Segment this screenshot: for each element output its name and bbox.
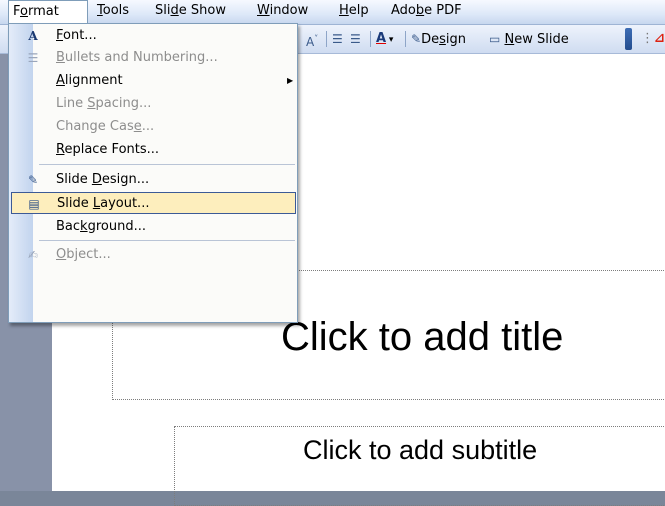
slide-layout-icon: ▤ [28,197,40,211]
menu-item-change-case[interactable]: Change Case... [9,116,297,138]
decrease-font-size-icon[interactable]: A˅ [306,30,318,49]
subtitle-placeholder[interactable]: Click to add subtitle [174,426,665,506]
menu-item-background[interactable]: Background... [9,216,297,238]
submenu-arrow-icon: ▶ [287,76,294,85]
menu-item-slide-design[interactable]: ✎ Slide Design... [9,169,297,191]
slide-design-icon: ✎ [27,173,39,187]
menu-bar: Format Tools Slide Show Window Help Adob… [0,0,665,25]
font-icon: A [28,29,38,43]
menu-item-bullets-and-numbering[interactable]: ☰ Bullets and Numbering... [9,47,297,69]
menu-item-alignment[interactable]: Alignment ▶ [9,70,297,92]
menu-item-slide-layout[interactable]: ▤ Slide Layout... [11,192,296,214]
menu-tools[interactable]: Tools [92,0,129,23]
bullets-icon: ☰ [27,51,39,65]
subtitle-placeholder-text: Click to add subtitle [303,435,538,465]
menu-adobe-pdf[interactable]: Adobe PDF [386,0,462,23]
toolbar-options-grip[interactable] [625,28,632,50]
menu-item-replace-fonts[interactable]: Replace Fonts... [9,139,297,161]
menu-slide-show[interactable]: Slide Show [150,0,226,23]
font-color-button[interactable]: A ▾ [376,30,393,48]
object-icon: ✍ [27,248,39,262]
new-slide-button[interactable]: ▭ New Slide [489,30,569,48]
menu-item-object[interactable]: ✍ Object... [9,244,297,266]
design-button[interactable]: ✎Design [411,30,466,48]
title-placeholder-text: Click to add title [281,315,564,359]
toolbar-separator [405,31,406,47]
menu-window[interactable]: Window [252,0,308,23]
menu-separator [39,240,295,241]
menu-separator [39,164,295,165]
decrease-indent-icon[interactable]: ☰ [332,30,343,48]
menu-help[interactable]: Help [334,0,369,23]
menu-format[interactable]: Format [8,0,88,24]
design-icon: ✎ [411,32,422,46]
new-slide-icon: ▭ [489,32,501,46]
toolbar-separator [326,31,327,47]
increase-indent-icon[interactable]: ☰ [350,30,361,48]
toolbar-more-icon[interactable]: ⋮⊿ [641,30,665,48]
menu-item-font[interactable]: A Font... [9,25,297,47]
toolbar-separator [370,31,371,47]
menu-item-line-spacing[interactable]: Line Spacing... [9,93,297,115]
format-menu-dropdown: A Font... ☰ Bullets and Numbering... Ali… [8,23,298,323]
